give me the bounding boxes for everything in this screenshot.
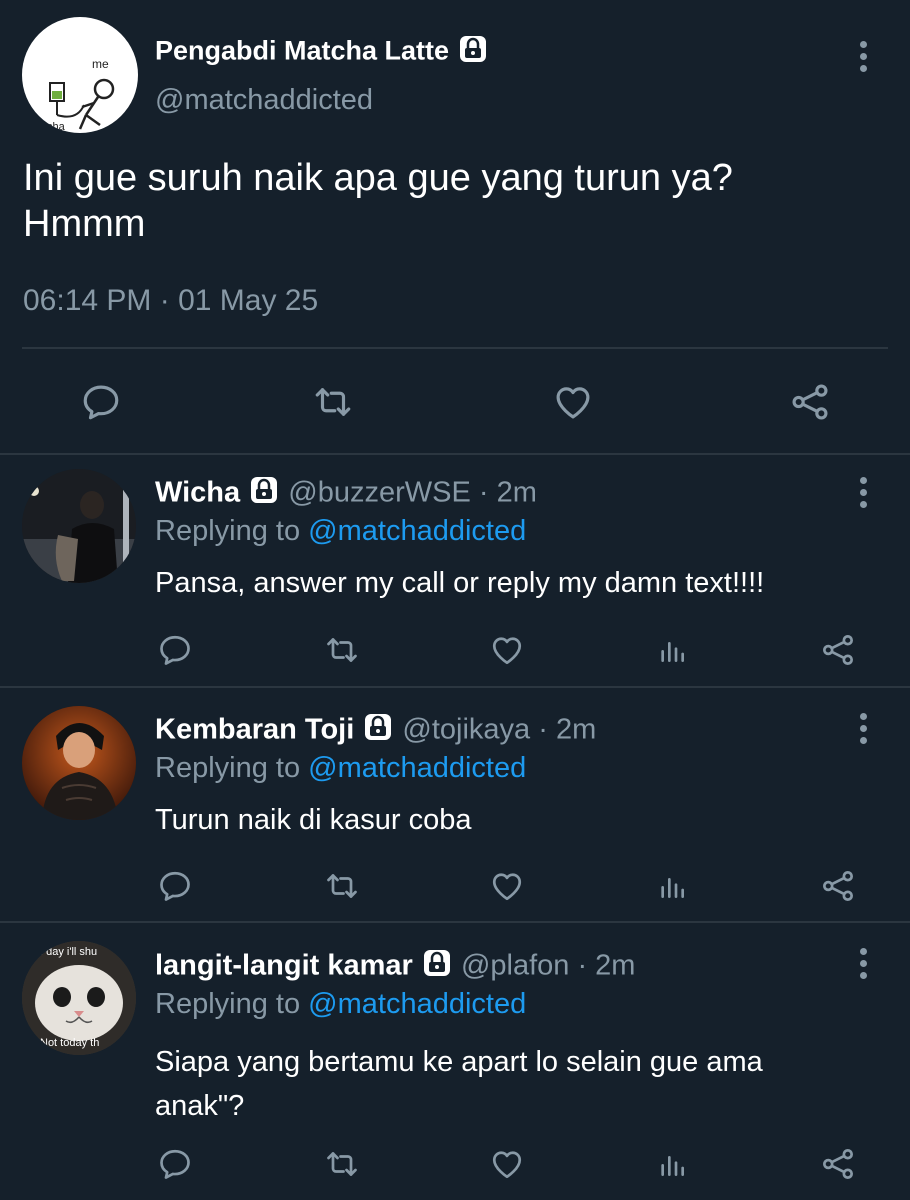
replying-label: Replying to (155, 515, 301, 547)
reply-icon[interactable] (157, 1146, 193, 1182)
divider (0, 686, 910, 688)
handle[interactable]: @tojikaya (402, 714, 530, 746)
avatar[interactable]: . day i'll shu Not today th (22, 941, 136, 1055)
divider (0, 453, 910, 455)
tweet-text-line1: Ini gue suruh naik apa gue yang turun ya… (23, 157, 733, 199)
replying-label: Replying to (155, 752, 301, 784)
lock-icon (457, 33, 489, 72)
display-name[interactable]: Pengabdi Matcha Latte (155, 36, 449, 66)
time: · 2m (478, 476, 537, 509)
like-icon[interactable] (489, 632, 525, 668)
replying-to-link[interactable]: @matchaddicted (308, 752, 526, 784)
reply-text-line2: anak"? (155, 1090, 245, 1122)
time: · 2m (577, 949, 636, 982)
reply-text-line1: Siapa yang bertamu ke apart lo selain gu… (155, 1046, 763, 1078)
reply-text: Turun naik di kasur coba (155, 804, 472, 836)
avatar-label-me: me (92, 57, 109, 71)
retweet-icon[interactable] (324, 632, 360, 668)
avatar[interactable]: me tcha (22, 17, 138, 133)
handle[interactable]: @matchaddicted (155, 84, 373, 117)
more-icon[interactable] (858, 41, 868, 77)
share-icon[interactable] (820, 868, 856, 904)
retweet-icon[interactable] (324, 868, 360, 904)
like-icon[interactable] (489, 868, 525, 904)
avatar-caption-top: . day i'll shu (40, 946, 98, 958)
analytics-icon[interactable] (656, 632, 688, 668)
retweet-icon[interactable] (324, 1146, 360, 1182)
avatar-label-tcha: tcha (44, 121, 65, 133)
tweet-text: Ini gue suruh naik apa gue yang turun ya… (23, 155, 733, 247)
handle[interactable]: @buzzerWSE (288, 477, 471, 509)
lock-icon (362, 711, 394, 751)
reply-text: Siapa yang bertamu ke apart lo selain gu… (155, 1040, 763, 1128)
avatar-caption-bottom: Not today th (40, 1037, 100, 1049)
handle[interactable]: @plafon (461, 950, 569, 982)
divider (0, 921, 910, 923)
inner-divider (22, 347, 888, 349)
more-icon[interactable] (858, 477, 868, 513)
reply-icon[interactable] (80, 381, 122, 423)
reply-icon[interactable] (157, 632, 193, 668)
lock-icon (248, 474, 280, 514)
retweet-icon[interactable] (312, 381, 354, 423)
more-icon[interactable] (858, 713, 868, 749)
display-name[interactable]: Wicha (155, 477, 240, 509)
share-icon[interactable] (820, 632, 856, 668)
replying-to-link[interactable]: @matchaddicted (308, 988, 526, 1020)
lock-icon (421, 947, 453, 987)
avatar[interactable] (22, 706, 136, 820)
like-icon[interactable] (552, 381, 594, 423)
tweet-text-line2: Hmmm (23, 203, 146, 245)
display-name[interactable]: Kembaran Toji (155, 714, 354, 746)
reply-icon[interactable] (157, 868, 193, 904)
more-icon[interactable] (858, 948, 868, 984)
like-icon[interactable] (489, 1146, 525, 1182)
share-icon[interactable] (788, 381, 832, 423)
timestamp: 06:14 PM · 01 May 25 (23, 284, 319, 317)
reply-text: Pansa, answer my call or reply my damn t… (155, 567, 765, 599)
avatar[interactable] (22, 469, 136, 583)
replying-to-link[interactable]: @matchaddicted (308, 515, 526, 547)
time: · 2m (538, 713, 597, 746)
share-icon[interactable] (820, 1146, 856, 1182)
analytics-icon[interactable] (656, 868, 688, 904)
replying-label: Replying to (155, 988, 301, 1020)
display-name[interactable]: langit-langit kamar (155, 950, 413, 982)
analytics-icon[interactable] (656, 1146, 688, 1182)
